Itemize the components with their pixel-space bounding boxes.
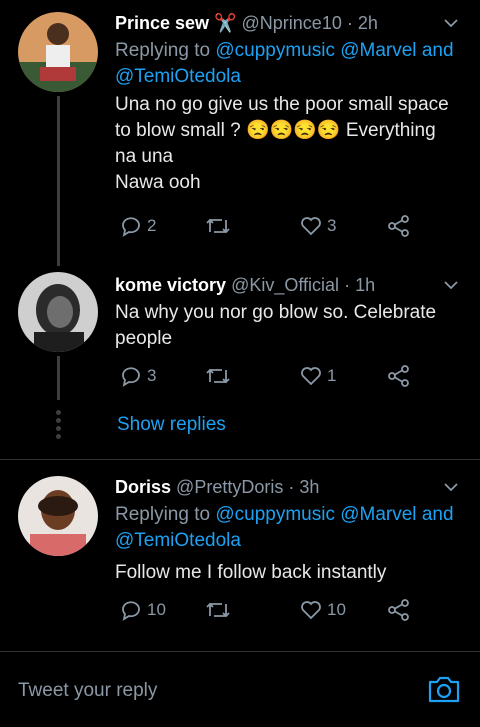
avatar[interactable]	[18, 272, 98, 352]
like-button[interactable]: 3	[299, 214, 336, 238]
name-emoji: ✂️	[214, 13, 237, 33]
share-button[interactable]	[387, 214, 411, 238]
reply-icon	[122, 367, 140, 387]
share-icon	[388, 599, 409, 621]
mention-link[interactable]: @TemiOtedola	[115, 530, 241, 551]
chevron-down-icon[interactable]	[444, 480, 458, 494]
replying-to: Replying to @cuppymusic @Marvel and @Tem…	[115, 504, 454, 551]
retweet-icon	[206, 602, 230, 618]
like-icon	[301, 217, 321, 236]
display-name[interactable]: Prince sew	[115, 13, 209, 33]
reply-button[interactable]: 2	[119, 214, 156, 238]
reply-count: 10	[147, 600, 166, 619]
replying-to: Replying to @cuppymusic @Marvel and @Tem…	[115, 40, 454, 87]
reply-input[interactable]: Tweet your reply	[18, 680, 157, 702]
retweet-button[interactable]	[204, 214, 236, 238]
reply-button[interactable]: 10	[119, 598, 166, 622]
thread-line	[57, 96, 60, 266]
retweet-button[interactable]	[204, 364, 236, 388]
display-name[interactable]: Doriss	[115, 477, 171, 497]
reply-icon	[122, 217, 140, 237]
retweet-button[interactable]	[204, 598, 236, 622]
mention-link[interactable]: and	[422, 504, 454, 525]
handle[interactable]: @Nprince10	[242, 13, 342, 33]
camera-icon[interactable]	[427, 674, 461, 704]
thread-line	[57, 356, 60, 400]
tweet-kome-victory[interactable]: kome victory @Kiv_Official · 1h Na why y…	[0, 262, 480, 400]
tweet-doriss[interactable]: Doriss @PrettyDoris · 3h Replying to @cu…	[0, 460, 480, 652]
share-button[interactable]	[387, 598, 411, 622]
emoji-run: 😒😒😒😒	[245, 120, 341, 141]
share-icon	[388, 215, 409, 237]
like-count: 1	[327, 366, 337, 385]
mention-link[interactable]: @TemiOtedola	[115, 66, 241, 87]
like-count: 10	[327, 600, 346, 619]
like-button[interactable]: 1	[299, 364, 336, 388]
tweet-text: Follow me I follow back instantly	[115, 562, 387, 583]
thread-dots	[56, 410, 61, 442]
display-name[interactable]: kome victory	[115, 275, 226, 295]
mention-link[interactable]: @cuppymusic	[215, 504, 335, 525]
timestamp[interactable]: · 2h	[347, 13, 378, 33]
reply-count: 2	[147, 216, 157, 235]
chevron-down-icon[interactable]	[444, 16, 458, 30]
chevron-down-icon[interactable]	[444, 278, 458, 292]
like-icon	[301, 601, 321, 620]
tweet-prince-sew[interactable]: Prince sew ✂️ @Nprince10 · 2h Replying t…	[0, 0, 480, 266]
timestamp[interactable]: · 1h	[344, 275, 375, 295]
reply-icon	[122, 601, 140, 621]
mention-link[interactable]: @Marvel	[340, 40, 416, 61]
reply-button[interactable]: 3	[119, 364, 156, 388]
reply-composer: Tweet your reply	[0, 652, 480, 727]
like-count: 3	[327, 216, 337, 235]
avatar[interactable]	[18, 12, 98, 92]
timestamp[interactable]: · 3h	[288, 477, 319, 497]
share-icon	[388, 365, 409, 387]
retweet-icon	[206, 218, 230, 234]
mention-link[interactable]: and	[422, 40, 454, 61]
handle[interactable]: @PrettyDoris	[176, 477, 283, 497]
like-icon	[301, 367, 321, 386]
avatar[interactable]	[18, 476, 98, 556]
retweet-icon	[206, 368, 230, 384]
show-replies-link[interactable]: Show replies	[117, 414, 226, 436]
mention-link[interactable]: @cuppymusic	[215, 40, 335, 61]
handle[interactable]: @Kiv_Official	[231, 275, 339, 295]
mention-link[interactable]: @Marvel	[340, 504, 416, 525]
tweet-text: Na why you nor go blow so. Celebrate peo…	[115, 302, 437, 349]
like-button[interactable]: 10	[299, 598, 346, 622]
reply-count: 3	[147, 366, 157, 385]
tweet-text: Una no go give us the poor small space t…	[115, 94, 449, 193]
share-button[interactable]	[387, 364, 411, 388]
